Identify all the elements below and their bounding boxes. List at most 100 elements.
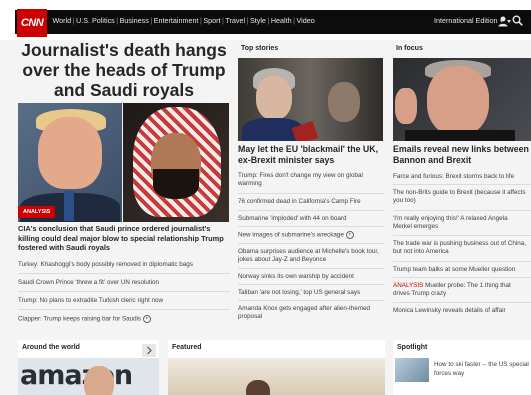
link-text: Taliban 'are not losing,' top US general… [238,289,361,296]
cnn-logo[interactable]: CNN [17,9,47,37]
link-text: Trump: Fires don't change my view on glo… [238,172,363,188]
story-link[interactable]: Norway sinks its own warship by accident [238,273,354,281]
search-icon[interactable] [512,15,523,26]
lead-headline[interactable]: Journalist's death hangs over the heads … [18,40,230,100]
may-photo [238,58,383,141]
divider [238,284,385,285]
in-focus-label: In focus [396,45,423,52]
photo-detail [38,117,102,189]
story-link[interactable]: Submarine 'imploded' with 44 on board [238,215,346,223]
bannon-photo [393,58,531,141]
link-text: Amanda Knox gets engaged after alien-the… [238,305,370,321]
story-link[interactable]: Amanda Knox gets engaged after alien-the… [238,305,378,321]
divider [393,302,531,303]
nav-item-world[interactable]: World [51,16,73,25]
link-text: The non-Brits guide to Brexit (because i… [393,189,526,205]
link-text: Obama surprises audience at Michelle's b… [238,248,379,264]
nav-item-video[interactable]: Video [295,16,316,25]
story-link[interactable]: Farce and furious: Brexit storms back to… [393,173,514,181]
amazon-logo-text: amazon [20,360,133,391]
divider [393,184,531,185]
edition-label: International Edition + [434,16,504,25]
featured-label: Featured [172,344,202,351]
divider [393,235,531,236]
link-text: Turkey: Khashoggi's body possibly remove… [18,261,193,268]
link-text: The trade war is pushing business out of… [393,240,527,256]
photo-detail [395,88,417,124]
chevron-right-icon [147,346,152,355]
link-text: ANALYSIS Mueller probe: The 1 thing that… [393,282,528,298]
featured-image[interactable] [168,358,385,395]
divider [393,261,531,262]
trump-photo [18,103,122,222]
link-text: Farce and furious: Brexit storms back to… [393,173,515,180]
story-link[interactable]: Monica Lewinsky reveals details of affai… [393,307,506,315]
spotlight-link[interactable]: How to ski faster -- the US special forc… [434,361,529,378]
lead-caption[interactable]: CIA's conclusion that Saudi prince order… [18,224,232,253]
link-text: How to ski faster -- the US special forc… [434,361,529,377]
story-link[interactable]: Taliban 'are not losing,' top US general… [238,289,360,297]
link-text: Norway sinks its own warship by accident [238,273,354,280]
photo-detail [64,191,74,221]
lead-link[interactable]: Turkey: Khashoggi's body possibly remove… [18,261,193,268]
link-text: Saudi Crown Prince 'threw a fit' over UN… [18,279,159,286]
story-link[interactable]: Trump team balks at some Mueller questio… [393,266,515,274]
link-text: 'I'm really enjoying this!' A relaxed An… [393,215,508,231]
divider [18,291,230,292]
divider [238,268,385,269]
link-text: Trump: No plans to extradite Turkish cle… [18,297,164,304]
around-the-world-label: Around the world [22,344,80,351]
divider [238,226,385,227]
nav-item-travel[interactable]: Travel [224,16,247,25]
around-the-world-next-button[interactable] [142,344,156,357]
story-link[interactable]: The trade war is pushing business out of… [393,240,528,256]
lead-hero-image[interactable] [18,103,229,222]
link-text: Submarine 'imploded' with 44 on board [238,215,347,222]
story-link[interactable]: Trump: Fires don't change my view on glo… [238,172,386,188]
analysis-tag: ANALYSIS [393,282,424,289]
nav-item-sport[interactable]: Sport [202,16,222,25]
divider [238,243,385,244]
photo-detail [328,82,360,122]
divider [238,300,385,301]
story-link[interactable]: The non-Brits guide to Brexit (because i… [393,189,528,205]
nav-item-us-politics[interactable]: U.S. Politics [75,16,117,25]
saudi-prince-photo [122,103,229,222]
divider [238,210,385,211]
top-stories-label: Top stories [241,45,279,52]
divider [393,277,531,278]
story-link[interactable]: Obama surprises audience at Michelle's b… [238,248,386,264]
nav-item-business[interactable]: Business [118,16,150,25]
photo-detail [405,130,515,141]
in-focus-title[interactable]: Emails reveal new links between Bannon a… [393,144,531,166]
photo-detail [152,169,199,199]
link-text: Clapper: Trump keeps raising bar for Sau… [18,315,142,323]
divider [238,193,385,194]
story-link[interactable]: 76 confirmed dead in California's Camp F… [238,198,361,206]
photo-detail [427,66,489,136]
top-story-title[interactable]: May let the EU 'blackmail' the UK, ex-Br… [238,144,388,166]
play-icon [143,315,152,323]
story-link[interactable]: New images of submarine's wreckage [238,231,354,240]
link-text: Monica Lewinsky reveals details of affai… [393,307,506,314]
lead-link[interactable]: Clapper: Trump keeps raising bar for Sau… [18,315,152,323]
top-story-image[interactable] [238,58,383,141]
spotlight-image[interactable] [395,358,429,382]
photo-detail [84,366,114,395]
link-text: 76 confirmed dead in California's Camp F… [238,198,361,205]
main-nav: World | U.S. Politics | Business | Entertai… [51,16,316,25]
nav-item-entertainment[interactable]: Entertainment [152,16,200,25]
story-link[interactable]: 'I'm really enjoying this!' A relaxed An… [393,215,528,231]
nav-item-health[interactable]: Health [269,16,293,25]
divider [18,273,230,274]
in-focus-image[interactable] [393,58,531,141]
spotlight-label: Spotlight [397,344,428,351]
lead-link[interactable]: Saudi Crown Prince 'threw a fit' over UN… [18,279,159,286]
link-text: New images of submarine's wreckage [238,231,344,239]
photo-detail [246,380,270,395]
nav-item-style[interactable]: Style [248,16,267,25]
story-link[interactable]: ANALYSIS Mueller probe: The 1 thing that… [393,282,528,298]
user-icon[interactable] [497,15,509,27]
amazon-story-image[interactable]: amazon [18,358,159,395]
lead-link[interactable]: Trump: No plans to extradite Turkish cle… [18,297,163,304]
